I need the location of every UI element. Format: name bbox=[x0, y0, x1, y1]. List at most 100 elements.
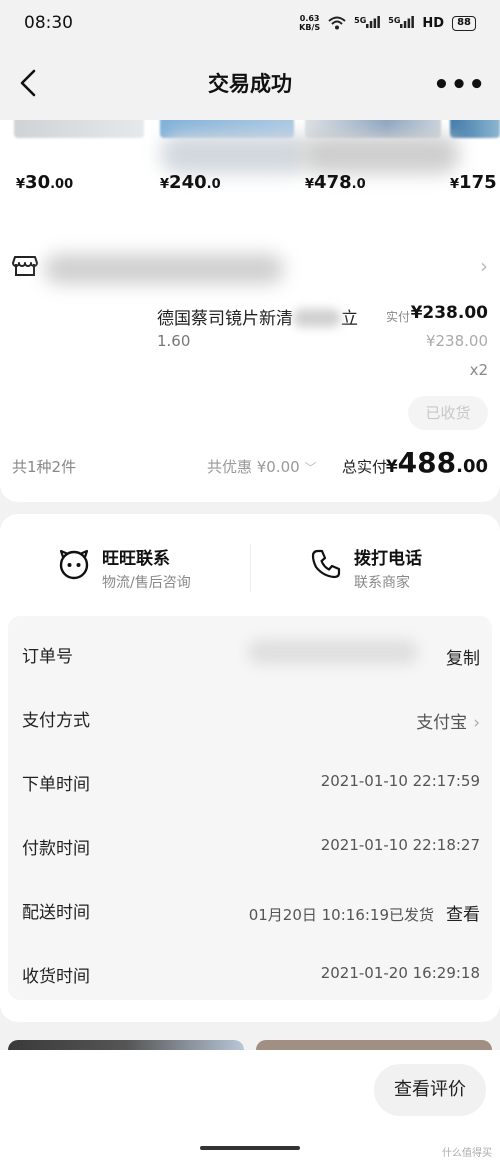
recommend-price: ¥175 bbox=[450, 172, 497, 193]
summary-count: 共1种2件 bbox=[12, 458, 77, 476]
wangwang-contact[interactable]: 旺旺联系 物流/售后咨询 bbox=[58, 544, 191, 592]
receive-time-value: 2021-01-20 16:29:18 bbox=[320, 964, 480, 982]
copy-button[interactable]: 复制 bbox=[434, 644, 480, 669]
order-time-value: 2021-01-10 22:17:59 bbox=[320, 772, 480, 790]
copy-label: 复制 bbox=[446, 649, 480, 669]
pay-time-label: 付款时间 bbox=[22, 839, 90, 859]
total-int: 488 bbox=[397, 446, 457, 479]
back-arrow-icon[interactable] bbox=[16, 68, 42, 98]
wangwang-title: 旺旺联系 bbox=[102, 549, 170, 569]
status-bar: 08:30 0.63 KB/S 5G 5G HD 88 bbox=[0, 0, 500, 46]
total-dec: .00 bbox=[456, 456, 488, 477]
recommend-price: ¥478.0 bbox=[305, 172, 366, 193]
paid-label: 实付 bbox=[386, 310, 411, 324]
divider bbox=[250, 544, 251, 592]
net-speed: 0.63 KB/S bbox=[299, 14, 320, 32]
wangwang-subtitle: 物流/售后咨询 bbox=[102, 575, 191, 591]
chevron-right-icon: › bbox=[473, 713, 480, 733]
shop-icon bbox=[12, 256, 38, 276]
view-review-button[interactable]: 查看评价 bbox=[374, 1064, 486, 1116]
shop-row[interactable]: › bbox=[0, 250, 500, 290]
ship-time-text: 01月20日 10:16:19已发货 bbox=[248, 906, 434, 924]
paid-amount: ¥238.00 bbox=[410, 303, 488, 323]
watermark: 什么值得买 bbox=[442, 1148, 492, 1159]
price-symbol: ¥ bbox=[160, 177, 170, 192]
price-int: 175 bbox=[459, 172, 497, 193]
signal-label-2: 5G bbox=[388, 15, 401, 25]
pay-time-value: 2021-01-10 22:18:27 bbox=[320, 836, 480, 854]
status-icons: 0.63 KB/S 5G 5G HD 88 bbox=[299, 14, 476, 32]
net-speed-unit: KB/S bbox=[299, 23, 321, 32]
original-price: ¥238.00 bbox=[425, 332, 488, 350]
order-info-list: 订单号 复制 支付方式 支付宝 › 下单时间 2021-01-10 22:17:5… bbox=[8, 616, 492, 1000]
bottom-action-bar: 查看评价 bbox=[0, 1050, 500, 1166]
phone-title: 拨打电话 bbox=[354, 549, 422, 569]
info-row-receive-time: 收货时间 2021-01-20 16:29:18 bbox=[8, 940, 492, 1004]
price-int: 478 bbox=[314, 172, 352, 193]
info-row-ship-time: 配送时间 01月20日 10:16:19已发货 查看 bbox=[8, 876, 492, 940]
order-time-label: 下单时间 bbox=[22, 775, 90, 795]
quantity: x2 bbox=[469, 361, 488, 379]
blurred-region bbox=[300, 134, 460, 174]
payment-value: 支付宝 › bbox=[416, 708, 480, 733]
hd-indicator: HD bbox=[422, 15, 445, 31]
signal-bars-icon bbox=[366, 15, 381, 28]
phone-subtitle: 联系商家 bbox=[354, 575, 410, 591]
order-number-blurred bbox=[248, 640, 418, 664]
ship-time-label: 配送时间 bbox=[22, 903, 90, 923]
price-symbol: ¥ bbox=[305, 177, 315, 192]
contact-row: 旺旺联系 物流/售后咨询 拨打电话 联系商家 bbox=[0, 514, 500, 616]
summary-total: ¥488.00 bbox=[386, 446, 488, 479]
signal-bars-icon bbox=[400, 15, 415, 28]
info-row-order-time: 下单时间 2021-01-10 22:17:59 bbox=[8, 748, 492, 812]
more-icon[interactable]: ••• bbox=[433, 70, 486, 100]
info-row-pay-time: 付款时间 2021-01-10 22:18:27 bbox=[8, 812, 492, 876]
recommend-prices: ¥30.00 ¥240.0 ¥478.0 ¥175 bbox=[0, 172, 500, 198]
phone-icon bbox=[311, 549, 341, 579]
nav-bar: 交易成功 ••• bbox=[0, 46, 500, 120]
price-symbol: ¥ bbox=[16, 177, 26, 192]
order-number-label: 订单号 bbox=[22, 647, 73, 667]
home-indicator[interactable] bbox=[200, 1146, 300, 1150]
price-int: 240 bbox=[169, 172, 207, 193]
price-dec: .00 bbox=[50, 177, 74, 192]
page-title: 交易成功 bbox=[208, 72, 292, 96]
summary-discount-text: 共优惠 ¥0.00 bbox=[207, 458, 300, 476]
info-row-payment[interactable]: 支付方式 支付宝 › bbox=[8, 684, 492, 748]
signal-5g-1: 5G bbox=[354, 15, 381, 31]
ship-time-value: 01月20日 10:16:19已发货 查看 bbox=[249, 900, 480, 925]
chevron-right-icon: › bbox=[480, 254, 488, 278]
blurred-region bbox=[160, 134, 310, 174]
recommend-price: ¥30.00 bbox=[16, 172, 73, 193]
total-currency: ¥ bbox=[385, 457, 398, 477]
phone-contact[interactable]: 拨打电话 联系商家 bbox=[310, 544, 422, 592]
received-button[interactable]: 已收货 bbox=[408, 396, 488, 430]
signal-5g-2: 5G bbox=[388, 15, 415, 31]
shop-name-blurred bbox=[44, 254, 284, 284]
product-name-tail: 立 bbox=[341, 309, 358, 329]
order-info-card: 旺旺联系 物流/售后咨询 拨打电话 联系商家 订单号 复制 支付方式 支付宝 › … bbox=[0, 514, 500, 1022]
blurred-region bbox=[293, 309, 341, 327]
info-row-order-number: 订单号 复制 bbox=[8, 620, 492, 684]
product-name-text: 德国蔡司镜片新清 bbox=[157, 309, 293, 329]
product-name[interactable]: 德国蔡司镜片新清 立 bbox=[157, 304, 358, 329]
price-dec: .0 bbox=[351, 177, 366, 192]
order-card: ¥30.00 ¥240.0 ¥478.0 ¥175 › 德国蔡司镜片新清立 1.… bbox=[0, 110, 500, 502]
wifi-icon bbox=[328, 16, 346, 30]
receive-time-label: 收货时间 bbox=[22, 967, 90, 987]
price-int: 30 bbox=[25, 172, 51, 193]
payment-label: 支付方式 bbox=[22, 711, 90, 731]
price-dec: .0 bbox=[206, 177, 221, 192]
signal-label-1: 5G bbox=[354, 15, 367, 25]
summary-discount[interactable]: 共优惠 ¥0.00 ﹀ bbox=[207, 456, 317, 477]
net-speed-value: 0.63 bbox=[299, 14, 320, 23]
wangwang-chat-icon bbox=[59, 549, 89, 580]
payment-method: 支付宝 bbox=[416, 713, 468, 733]
recommend-price: ¥240.0 bbox=[160, 172, 221, 193]
summary-total-label: 总实付 bbox=[342, 458, 388, 476]
view-shipping-button[interactable]: 查看 bbox=[446, 905, 480, 925]
chevron-down-icon: ﹀ bbox=[304, 461, 317, 475]
product-spec: 1.60 bbox=[157, 332, 191, 350]
status-time: 08:30 bbox=[24, 13, 73, 33]
battery-indicator: 88 bbox=[452, 15, 476, 31]
